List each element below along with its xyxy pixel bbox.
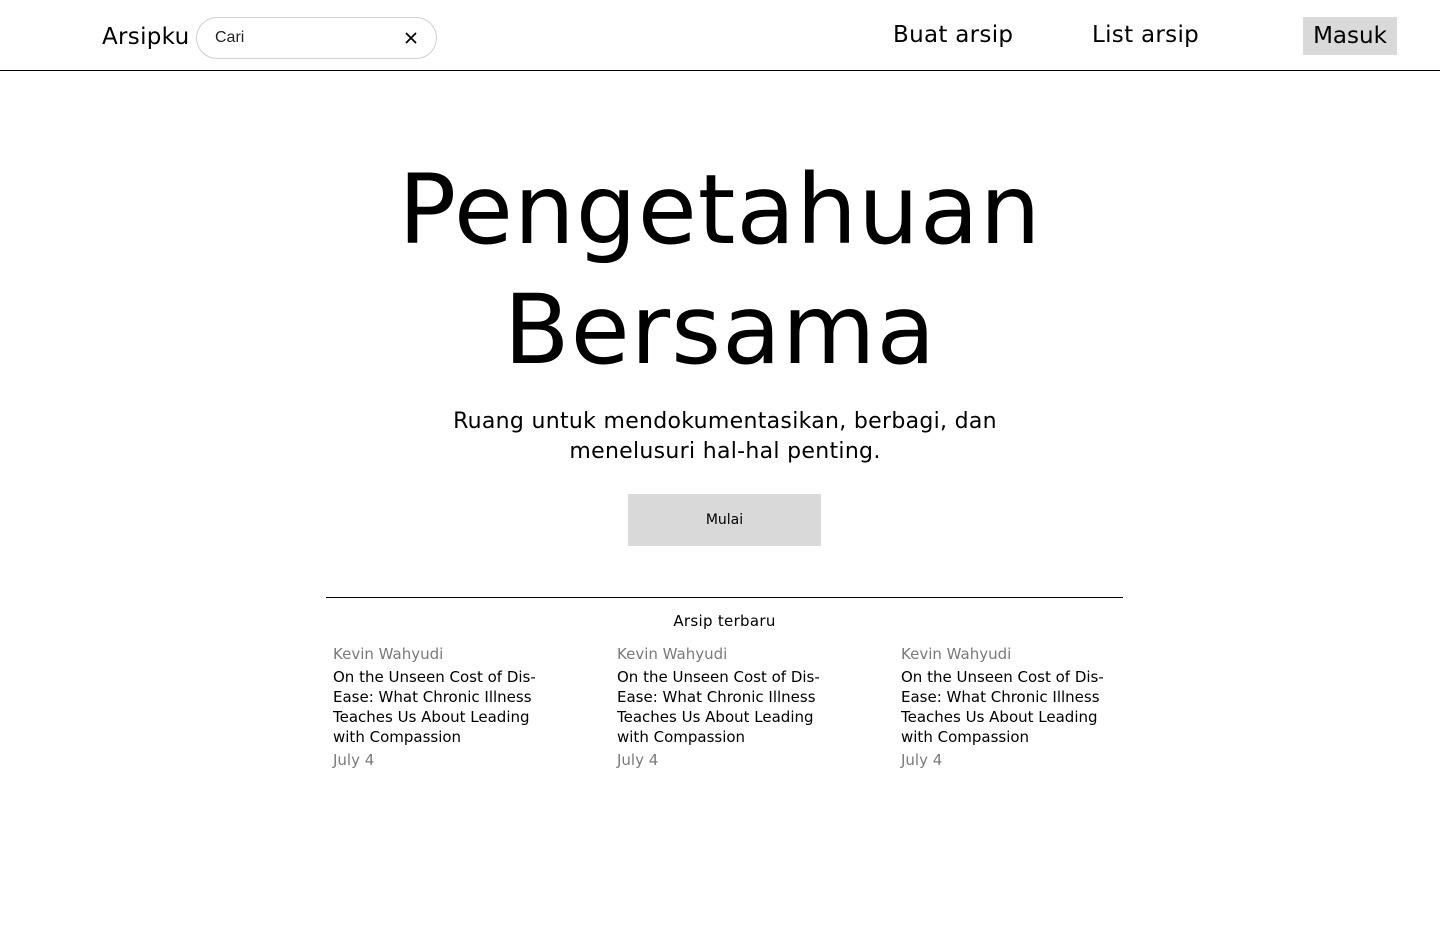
- archive-author: Kevin Wahyudi: [333, 645, 444, 663]
- archive-date: July 4: [617, 751, 659, 769]
- archive-date: July 4: [901, 751, 943, 769]
- archive-card[interactable]: Kevin Wahyudi On the Unseen Cost of Dis-…: [901, 643, 1116, 771]
- login-button[interactable]: Masuk: [1303, 17, 1397, 55]
- archive-author: Kevin Wahyudi: [901, 645, 1012, 663]
- archive-card[interactable]: Kevin Wahyudi On the Unseen Cost of Dis-…: [333, 643, 548, 771]
- start-button[interactable]: Mulai: [628, 494, 821, 546]
- recent-archives-heading: Arsip terbaru: [673, 612, 776, 630]
- clear-search-button[interactable]: [402, 29, 420, 47]
- archive-title[interactable]: On the Unseen Cost of Dis-Ease: What Chr…: [901, 667, 1116, 747]
- nav-archive-list[interactable]: List arsip: [1092, 20, 1199, 50]
- archive-title[interactable]: On the Unseen Cost of Dis-Ease: What Chr…: [617, 667, 832, 747]
- search-input[interactable]: [213, 18, 393, 58]
- section-divider: [326, 597, 1123, 598]
- brand-logo[interactable]: Arsipku: [102, 22, 189, 52]
- archive-author: Kevin Wahyudi: [617, 645, 728, 663]
- top-navbar: Arsipku Buat arsip List arsip Masuk: [0, 0, 1440, 71]
- hero-title: Pengetahuan Bersama: [398, 154, 1042, 386]
- archive-title[interactable]: On the Unseen Cost of Dis-Ease: What Chr…: [333, 667, 548, 747]
- archive-card[interactable]: Kevin Wahyudi On the Unseen Cost of Dis-…: [617, 643, 832, 771]
- nav-create-archive[interactable]: Buat arsip: [893, 20, 1013, 50]
- archive-date: July 4: [333, 751, 375, 769]
- recent-archives-list: Kevin Wahyudi On the Unseen Cost of Dis-…: [333, 643, 1133, 783]
- search-box[interactable]: [196, 17, 437, 59]
- hero-subtitle: Ruang untuk mendokumentasikan, berbagi, …: [453, 409, 997, 464]
- close-icon: [405, 32, 417, 44]
